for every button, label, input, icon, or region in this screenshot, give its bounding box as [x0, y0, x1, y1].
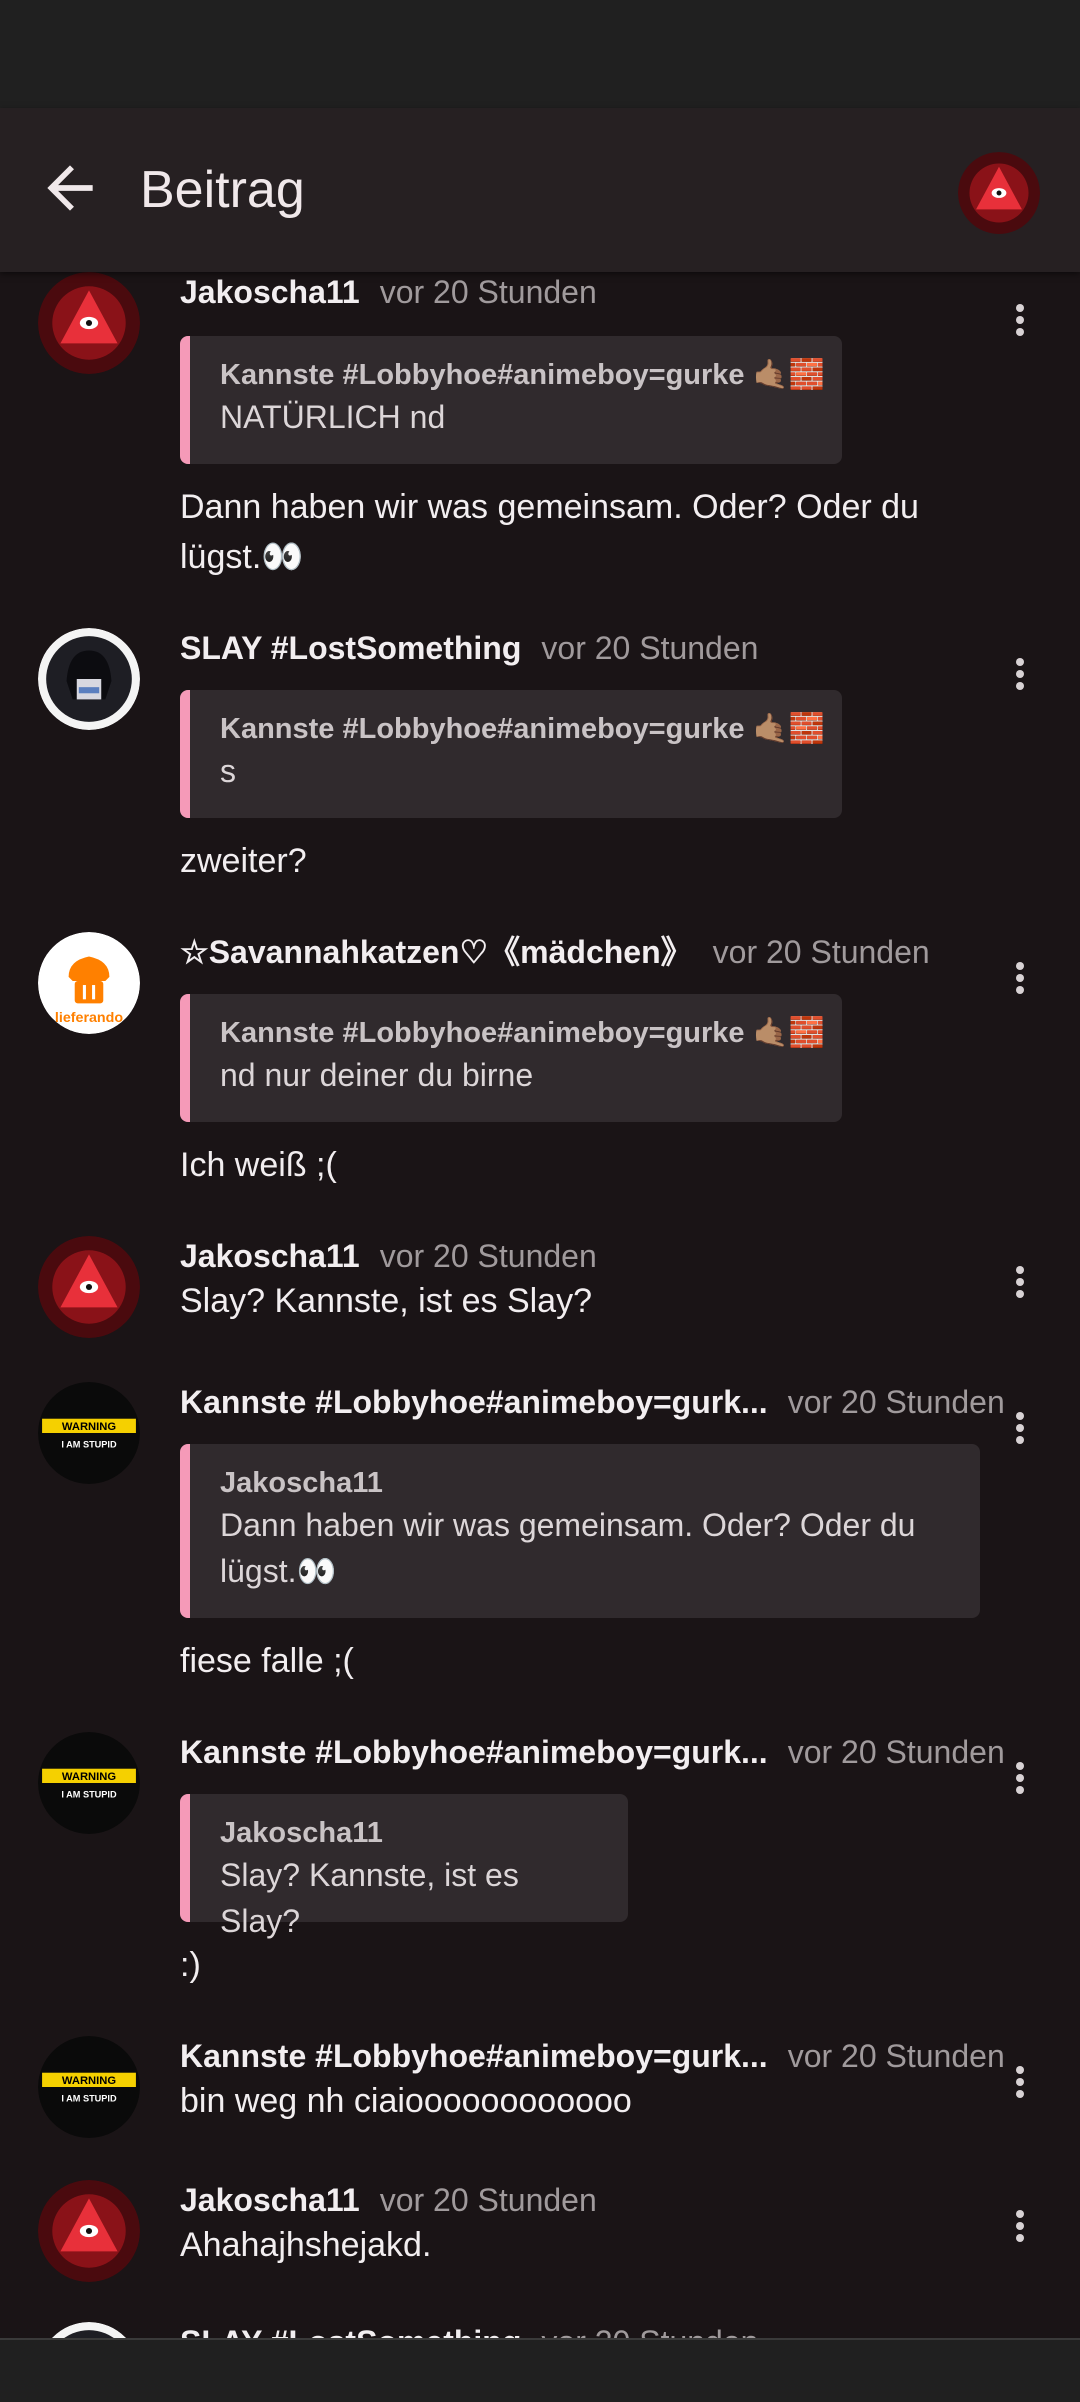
username[interactable]: Kannste #Lobbyhoe#animeboy=gurk... — [180, 2038, 768, 2074]
svg-text:I AM STUPID: I AM STUPID — [61, 2093, 117, 2103]
username[interactable]: SLAY #LostSomething — [180, 2324, 521, 2338]
timestamp: vor 20 Stunden — [541, 630, 759, 666]
app-bar: Beitrag — [0, 108, 1080, 272]
user-avatar[interactable] — [38, 628, 140, 730]
svg-text:I AM STUPID: I AM STUPID — [61, 1439, 117, 1449]
comment-header: Kannste #Lobbyhoe#animeboy=gurk... vor 20… — [180, 2036, 1005, 2076]
quoted-comment[interactable]: Jakoscha11 Dann haben wir was gemeinsam.… — [180, 1444, 980, 1618]
quote-text: Slay? Kannste, ist es Slay? — [220, 1857, 519, 1939]
timestamp: vor 20 Stunden — [787, 1384, 1005, 1420]
timestamp: vor 20 Stunden — [787, 1734, 1005, 1770]
status-bar — [0, 0, 1080, 108]
svg-text:WARNING: WARNING — [62, 1421, 116, 1433]
username[interactable]: Jakoscha11 — [180, 1238, 360, 1274]
timestamp: vor 20 Stunden — [379, 274, 597, 310]
quote-text: Dann haben wir was gemeinsam. Oder? Oder… — [220, 1507, 916, 1589]
quoted-comment[interactable]: Kannste #Lobbyhoe#animeboy=gurke 🤙🏽🧱 s — [180, 690, 842, 818]
comment-text: Slay? Kannste, ist es Slay? — [180, 1282, 593, 1320]
comment-header: ☆Savannahkatzen♡《mädchen》 vor 20 Stunden — [180, 932, 930, 972]
svg-text:WARNING: WARNING — [62, 2075, 116, 2087]
quoted-comment[interactable]: Jakoscha11 Slay? Kannste, ist es Slay? — [180, 1794, 628, 1939]
more-options-icon[interactable] — [1004, 958, 1036, 998]
svg-text:I AM STUPID: I AM STUPID — [61, 1789, 117, 1799]
profile-avatar[interactable] — [958, 152, 1040, 234]
comment-text: zweiter? — [180, 842, 307, 880]
username[interactable]: Kannste #Lobbyhoe#animeboy=gurk... — [180, 1384, 768, 1420]
quoted-comment[interactable]: Kannste #Lobbyhoe#animeboy=gurke 🤙🏽🧱 nd … — [180, 994, 842, 1122]
user-avatar[interactable]: WARNING I AM STUPID — [38, 1382, 140, 1484]
user-avatar[interactable]: WARNING I AM STUPID — [38, 1732, 140, 1834]
user-avatar[interactable] — [38, 1236, 140, 1338]
comment-text: fiese falle ;( — [180, 1642, 354, 1680]
comment-header: Jakoscha11 vor 20 Stunden — [180, 2180, 597, 2220]
more-options-icon[interactable] — [1004, 1408, 1036, 1448]
timestamp: vor 20 Stunden — [712, 934, 930, 970]
quote-text: NATÜRLICH nd — [220, 399, 446, 435]
comment-header: Kannste #Lobbyhoe#animeboy=gurk... vor 20… — [180, 1732, 1005, 1772]
comment-header: Kannste #Lobbyhoe#animeboy=gurk... vor 20… — [180, 1382, 1005, 1422]
username[interactable]: Kannste #Lobbyhoe#animeboy=gurk... — [180, 1734, 768, 1770]
username[interactable]: Jakoscha11 — [180, 2182, 360, 2218]
post-thread[interactable]: Jakoscha11 vor 20 Stunden Kannste #Lobbyh… — [0, 272, 1080, 2338]
more-options-icon[interactable] — [1004, 2062, 1036, 2102]
more-options-icon[interactable] — [1004, 2206, 1036, 2246]
more-options-icon[interactable] — [1004, 1758, 1036, 1798]
comment-text: bin weg nh ciaioooooooooooo — [180, 2082, 632, 2120]
username[interactable]: Jakoscha11 — [180, 274, 360, 310]
username[interactable]: ☆Savannahkatzen♡《mädchen》 — [180, 934, 693, 970]
more-options-icon[interactable] — [1004, 300, 1036, 340]
comment-header: Jakoscha11 vor 20 Stunden — [180, 272, 597, 312]
svg-text:lieferando: lieferando — [55, 1010, 123, 1026]
timestamp: vor 20 Stunden — [787, 2038, 1005, 2074]
svg-text:WARNING: WARNING — [62, 1771, 116, 1783]
more-options-icon[interactable] — [1004, 654, 1036, 694]
user-avatar[interactable] — [38, 2180, 140, 2282]
timestamp: vor 20 Stunden — [379, 2182, 597, 2218]
quoted-comment[interactable]: Kannste #Lobbyhoe#animeboy=gurke 🤙🏽🧱 NAT… — [180, 336, 842, 464]
quote-author: Jakoscha11 — [220, 1467, 383, 1499]
user-avatar[interactable]: lieferando — [38, 932, 140, 1034]
user-avatar[interactable] — [38, 272, 140, 374]
comment-text: Ich weiß ;( — [180, 1146, 337, 1184]
navigation-bar — [0, 2338, 1080, 2402]
username[interactable]: SLAY #LostSomething — [180, 630, 521, 666]
comment-header: Jakoscha11 vor 20 Stunden — [180, 1236, 597, 1276]
page-title: Beitrag — [140, 161, 305, 219]
comment-text: Dann haben wir was gemeinsam. Oder? Oder… — [180, 488, 919, 576]
user-avatar[interactable]: WARNING I AM STUPID — [38, 2036, 140, 2138]
quote-author: Kannste #Lobbyhoe#animeboy=gurke 🤙🏽🧱 — [220, 713, 825, 745]
user-avatar[interactable] — [38, 2322, 140, 2338]
comment-header: SLAY #LostSomething vor 20 Stunden — [180, 2322, 758, 2338]
comment-text: :) — [180, 1946, 201, 1984]
quote-author: Kannste #Lobbyhoe#animeboy=gurke 🤙🏽🧱 — [220, 359, 825, 391]
comment-header: SLAY #LostSomething vor 20 Stunden — [180, 628, 758, 668]
quote-author: Jakoscha11 — [220, 1817, 383, 1849]
timestamp: vor 20 Stunden — [541, 2324, 758, 2338]
more-options-icon[interactable] — [1004, 1262, 1036, 1302]
arrow-left-icon[interactable] — [36, 154, 104, 222]
quote-author: Kannste #Lobbyhoe#animeboy=gurke 🤙🏽🧱 — [220, 1017, 825, 1049]
timestamp: vor 20 Stunden — [379, 1238, 597, 1274]
comment-text: Ahahajhshejakd. — [180, 2226, 432, 2264]
quote-text: s — [220, 753, 236, 789]
quote-text: nd nur deiner du birne — [220, 1057, 534, 1093]
